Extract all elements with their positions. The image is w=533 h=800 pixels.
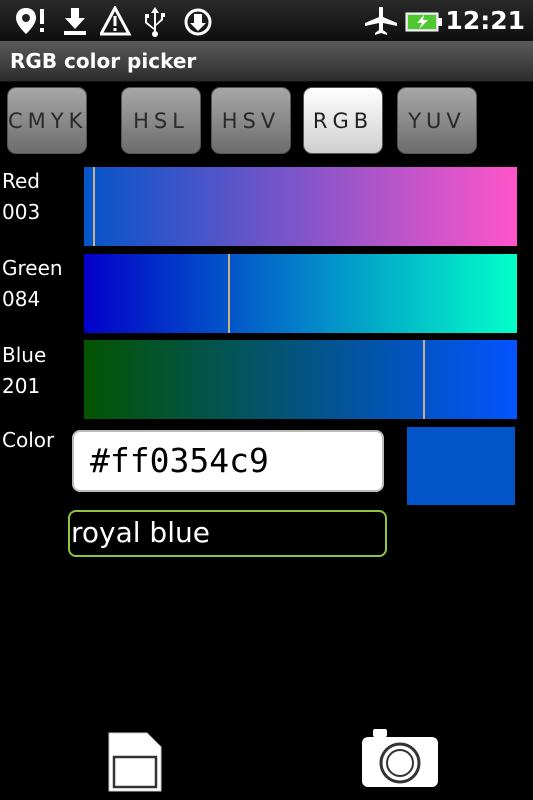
green-slider-handle[interactable] bbox=[228, 254, 230, 333]
airplane-mode-icon bbox=[365, 7, 397, 35]
tab-hsl[interactable]: HSL bbox=[121, 87, 201, 154]
blue-label: Blue bbox=[2, 343, 47, 367]
tab-cmyk[interactable]: CMYK bbox=[7, 87, 87, 154]
usb-icon bbox=[145, 7, 165, 37]
tab-yuv[interactable]: YUV bbox=[397, 87, 477, 154]
color-label: Color bbox=[2, 428, 55, 452]
blue-value: 201 bbox=[2, 374, 41, 398]
location-alert-icon bbox=[16, 8, 44, 34]
hex-input[interactable]: #ff0354c9 bbox=[72, 430, 384, 492]
camera-icon[interactable] bbox=[360, 727, 440, 789]
color-swatch bbox=[407, 427, 515, 505]
blue-slider[interactable] bbox=[84, 340, 517, 419]
red-slider-handle[interactable] bbox=[93, 167, 95, 246]
sync-icon bbox=[184, 8, 212, 36]
tab-rgb[interactable]: RGB bbox=[303, 87, 383, 154]
status-time: 12:21 bbox=[445, 6, 525, 35]
green-label: Green bbox=[2, 256, 63, 280]
green-slider[interactable] bbox=[84, 254, 517, 333]
green-value: 084 bbox=[2, 287, 41, 311]
tab-hsv[interactable]: HSV bbox=[211, 87, 291, 154]
red-value: 003 bbox=[2, 200, 41, 224]
title-bar: RGB color picker bbox=[0, 41, 533, 82]
app-title: RGB color picker bbox=[10, 49, 197, 73]
red-slider[interactable] bbox=[84, 167, 517, 246]
red-label: Red bbox=[2, 169, 40, 193]
battery-charging-icon bbox=[405, 12, 442, 32]
download-icon bbox=[64, 8, 86, 35]
warning-icon bbox=[100, 6, 132, 36]
status-bar: 12:21 bbox=[0, 0, 533, 41]
color-name-input[interactable]: royal blue bbox=[68, 510, 387, 557]
sd-card-icon[interactable] bbox=[107, 731, 163, 793]
blue-slider-handle[interactable] bbox=[423, 340, 425, 419]
